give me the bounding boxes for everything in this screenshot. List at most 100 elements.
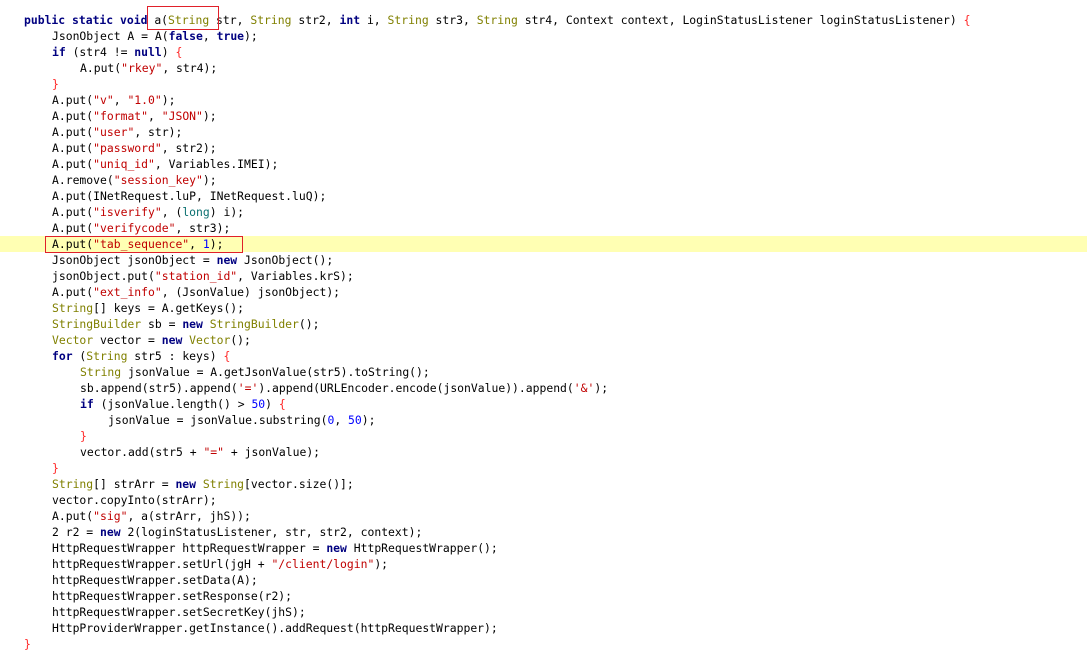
code-token: , Variables.IMEI); <box>154 157 279 171</box>
code-token: Vector <box>189 333 231 347</box>
code-line[interactable]: httpRequestWrapper.setResponse(r2); <box>0 588 1087 604</box>
code-line[interactable]: } <box>0 76 1087 92</box>
code-line[interactable]: } <box>0 636 1087 652</box>
code-token: jsonValue = A.getJsonValue(str5).toStrin… <box>121 365 430 379</box>
code-token: String <box>476 13 518 27</box>
code-token: , <box>113 93 128 107</box>
code-line[interactable]: A.put("sig", a(strArr, jhS)); <box>0 508 1087 524</box>
code-token: } <box>24 637 31 651</box>
code-line[interactable]: A.put("user", str); <box>0 124 1087 140</box>
code-token: '=' <box>237 381 259 395</box>
code-line[interactable]: Vector vector = new Vector(); <box>0 332 1087 348</box>
code-token: ).append(URLEncoder.encode(jsonValue)).a… <box>258 381 574 395</box>
code-token: httpRequestWrapper.setData(A); <box>52 573 258 587</box>
code-line[interactable]: if (jsonValue.length() > 50) { <box>0 396 1087 412</box>
code-token: "1.0" <box>127 93 162 107</box>
code-token: if <box>52 45 66 59</box>
code-token: (); <box>230 333 251 347</box>
code-line[interactable]: HttpRequestWrapper httpRequestWrapper = … <box>0 540 1087 556</box>
code-line[interactable]: A.put("isverify", (long) i); <box>0 204 1087 220</box>
code-token: , ( <box>161 205 183 219</box>
code-token: ); <box>209 237 224 251</box>
code-token: A.put( <box>52 109 94 123</box>
code-line[interactable]: vector.add(str5 + "=" + jsonValue); <box>0 444 1087 460</box>
code-token: ); <box>374 557 389 571</box>
code-token: String <box>52 477 94 491</box>
code-line[interactable]: A.put("format", "JSON"); <box>0 108 1087 124</box>
code-line[interactable]: String[] strArr = new String[vector.size… <box>0 476 1087 492</box>
code-line[interactable]: jsonValue = jsonValue.substring(0, 50); <box>0 412 1087 428</box>
code-token: long <box>182 205 210 219</box>
code-token: A.put( <box>52 221 94 235</box>
code-token: ); <box>202 173 217 187</box>
code-line[interactable]: } <box>0 460 1087 476</box>
code-token: HttpRequestWrapper httpRequestWrapper = <box>52 541 327 555</box>
code-token: jsonObject.put( <box>52 269 155 283</box>
code-token: JsonObject A = A( <box>52 29 169 43</box>
code-token: (); <box>298 317 320 331</box>
code-line[interactable]: } <box>0 428 1087 444</box>
code-token: { <box>278 397 286 411</box>
code-token: , <box>334 413 349 427</box>
code-line[interactable]: for (String str5 : keys) { <box>0 348 1087 364</box>
code-line[interactable]: A.put("v", "1.0"); <box>0 92 1087 108</box>
code-token: A.put( <box>52 93 94 107</box>
code-line[interactable]: A.put(INetRequest.luP, INetRequest.luQ); <box>0 188 1087 204</box>
code-line[interactable]: httpRequestWrapper.setUrl(jgH + "/client… <box>0 556 1087 572</box>
code-token: A.remove( <box>52 173 114 187</box>
code-token: JsonObject jsonObject = <box>52 253 217 267</box>
code-token: "tab_sequence" <box>93 237 190 251</box>
code-token: 2(loginStatusListener, str, str2, contex… <box>120 525 423 539</box>
code-token: public static void <box>24 13 155 27</box>
code-token: str5 : keys) <box>127 349 224 363</box>
code-line[interactable]: A.put("verifycode", str3); <box>0 220 1087 236</box>
code-token: httpRequestWrapper.setResponse(r2); <box>52 589 293 603</box>
code-token: vector = <box>93 333 162 347</box>
code-token: "verifycode" <box>93 221 176 235</box>
code-editor[interactable]: public static void a(String str, String … <box>0 12 1087 652</box>
code-line[interactable]: httpRequestWrapper.setSecretKey(jhS); <box>0 604 1087 620</box>
code-line[interactable]: A.put("rkey", str4); <box>0 60 1087 76</box>
code-token: "user" <box>93 125 135 139</box>
code-token: (jsonValue.length() > <box>93 397 252 411</box>
code-token: vector.copyInto(strArr); <box>52 493 217 507</box>
code-token: , str4); <box>162 61 218 75</box>
code-token: new <box>175 477 197 491</box>
code-line[interactable]: JsonObject A = A(false, true); <box>0 28 1087 44</box>
code-line[interactable]: if (str4 != null) { <box>0 44 1087 60</box>
code-token: 50 <box>348 413 362 427</box>
code-token: true <box>216 29 245 43</box>
code-token: StringBuilder <box>52 317 142 331</box>
code-token: A.put( <box>52 237 94 251</box>
code-line[interactable]: A.put("password", str2); <box>0 140 1087 156</box>
code-line[interactable]: String jsonValue = A.getJsonValue(str5).… <box>0 364 1087 380</box>
code-line[interactable]: A.put("ext_info", (JsonValue) jsonObject… <box>0 284 1087 300</box>
code-token: "session_key" <box>113 173 203 187</box>
code-line[interactable]: httpRequestWrapper.setData(A); <box>0 572 1087 588</box>
code-line[interactable]: jsonObject.put("station_id", Variables.k… <box>0 268 1087 284</box>
code-token: [] keys = A.getKeys(); <box>93 301 245 315</box>
code-token: '&' <box>573 381 595 395</box>
code-line[interactable]: A.remove("session_key"); <box>0 172 1087 188</box>
code-token: "v" <box>93 93 114 107</box>
code-token: HttpProviderWrapper.getInstance().addReq… <box>52 621 498 635</box>
code-token: , str2); <box>161 141 217 155</box>
code-line[interactable]: public static void a(String str, String … <box>0 12 1087 28</box>
code-line[interactable]: String[] keys = A.getKeys(); <box>0 300 1087 316</box>
code-token: "isverify" <box>93 205 162 219</box>
code-line[interactable]: A.put("tab_sequence", 1); <box>0 236 1087 252</box>
code-line[interactable]: 2 r2 = new 2(loginStatusListener, str, s… <box>0 524 1087 540</box>
code-token: } <box>52 77 59 91</box>
code-token: String <box>202 477 245 491</box>
code-line[interactable]: JsonObject jsonObject = new JsonObject()… <box>0 252 1087 268</box>
code-token: (str4 != <box>65 45 135 59</box>
code-line[interactable]: HttpProviderWrapper.getInstance().addReq… <box>0 620 1087 636</box>
code-line[interactable]: StringBuilder sb = new StringBuilder(); <box>0 316 1087 332</box>
code-line[interactable]: vector.copyInto(strArr); <box>0 492 1087 508</box>
code-token: , str); <box>134 125 183 139</box>
code-token: i, <box>360 13 388 27</box>
code-line[interactable]: sb.append(str5).append('=').append(URLEn… <box>0 380 1087 396</box>
code-token: 50 <box>251 397 266 411</box>
code-token: ) <box>265 397 279 411</box>
code-line[interactable]: A.put("uniq_id", Variables.IMEI); <box>0 156 1087 172</box>
